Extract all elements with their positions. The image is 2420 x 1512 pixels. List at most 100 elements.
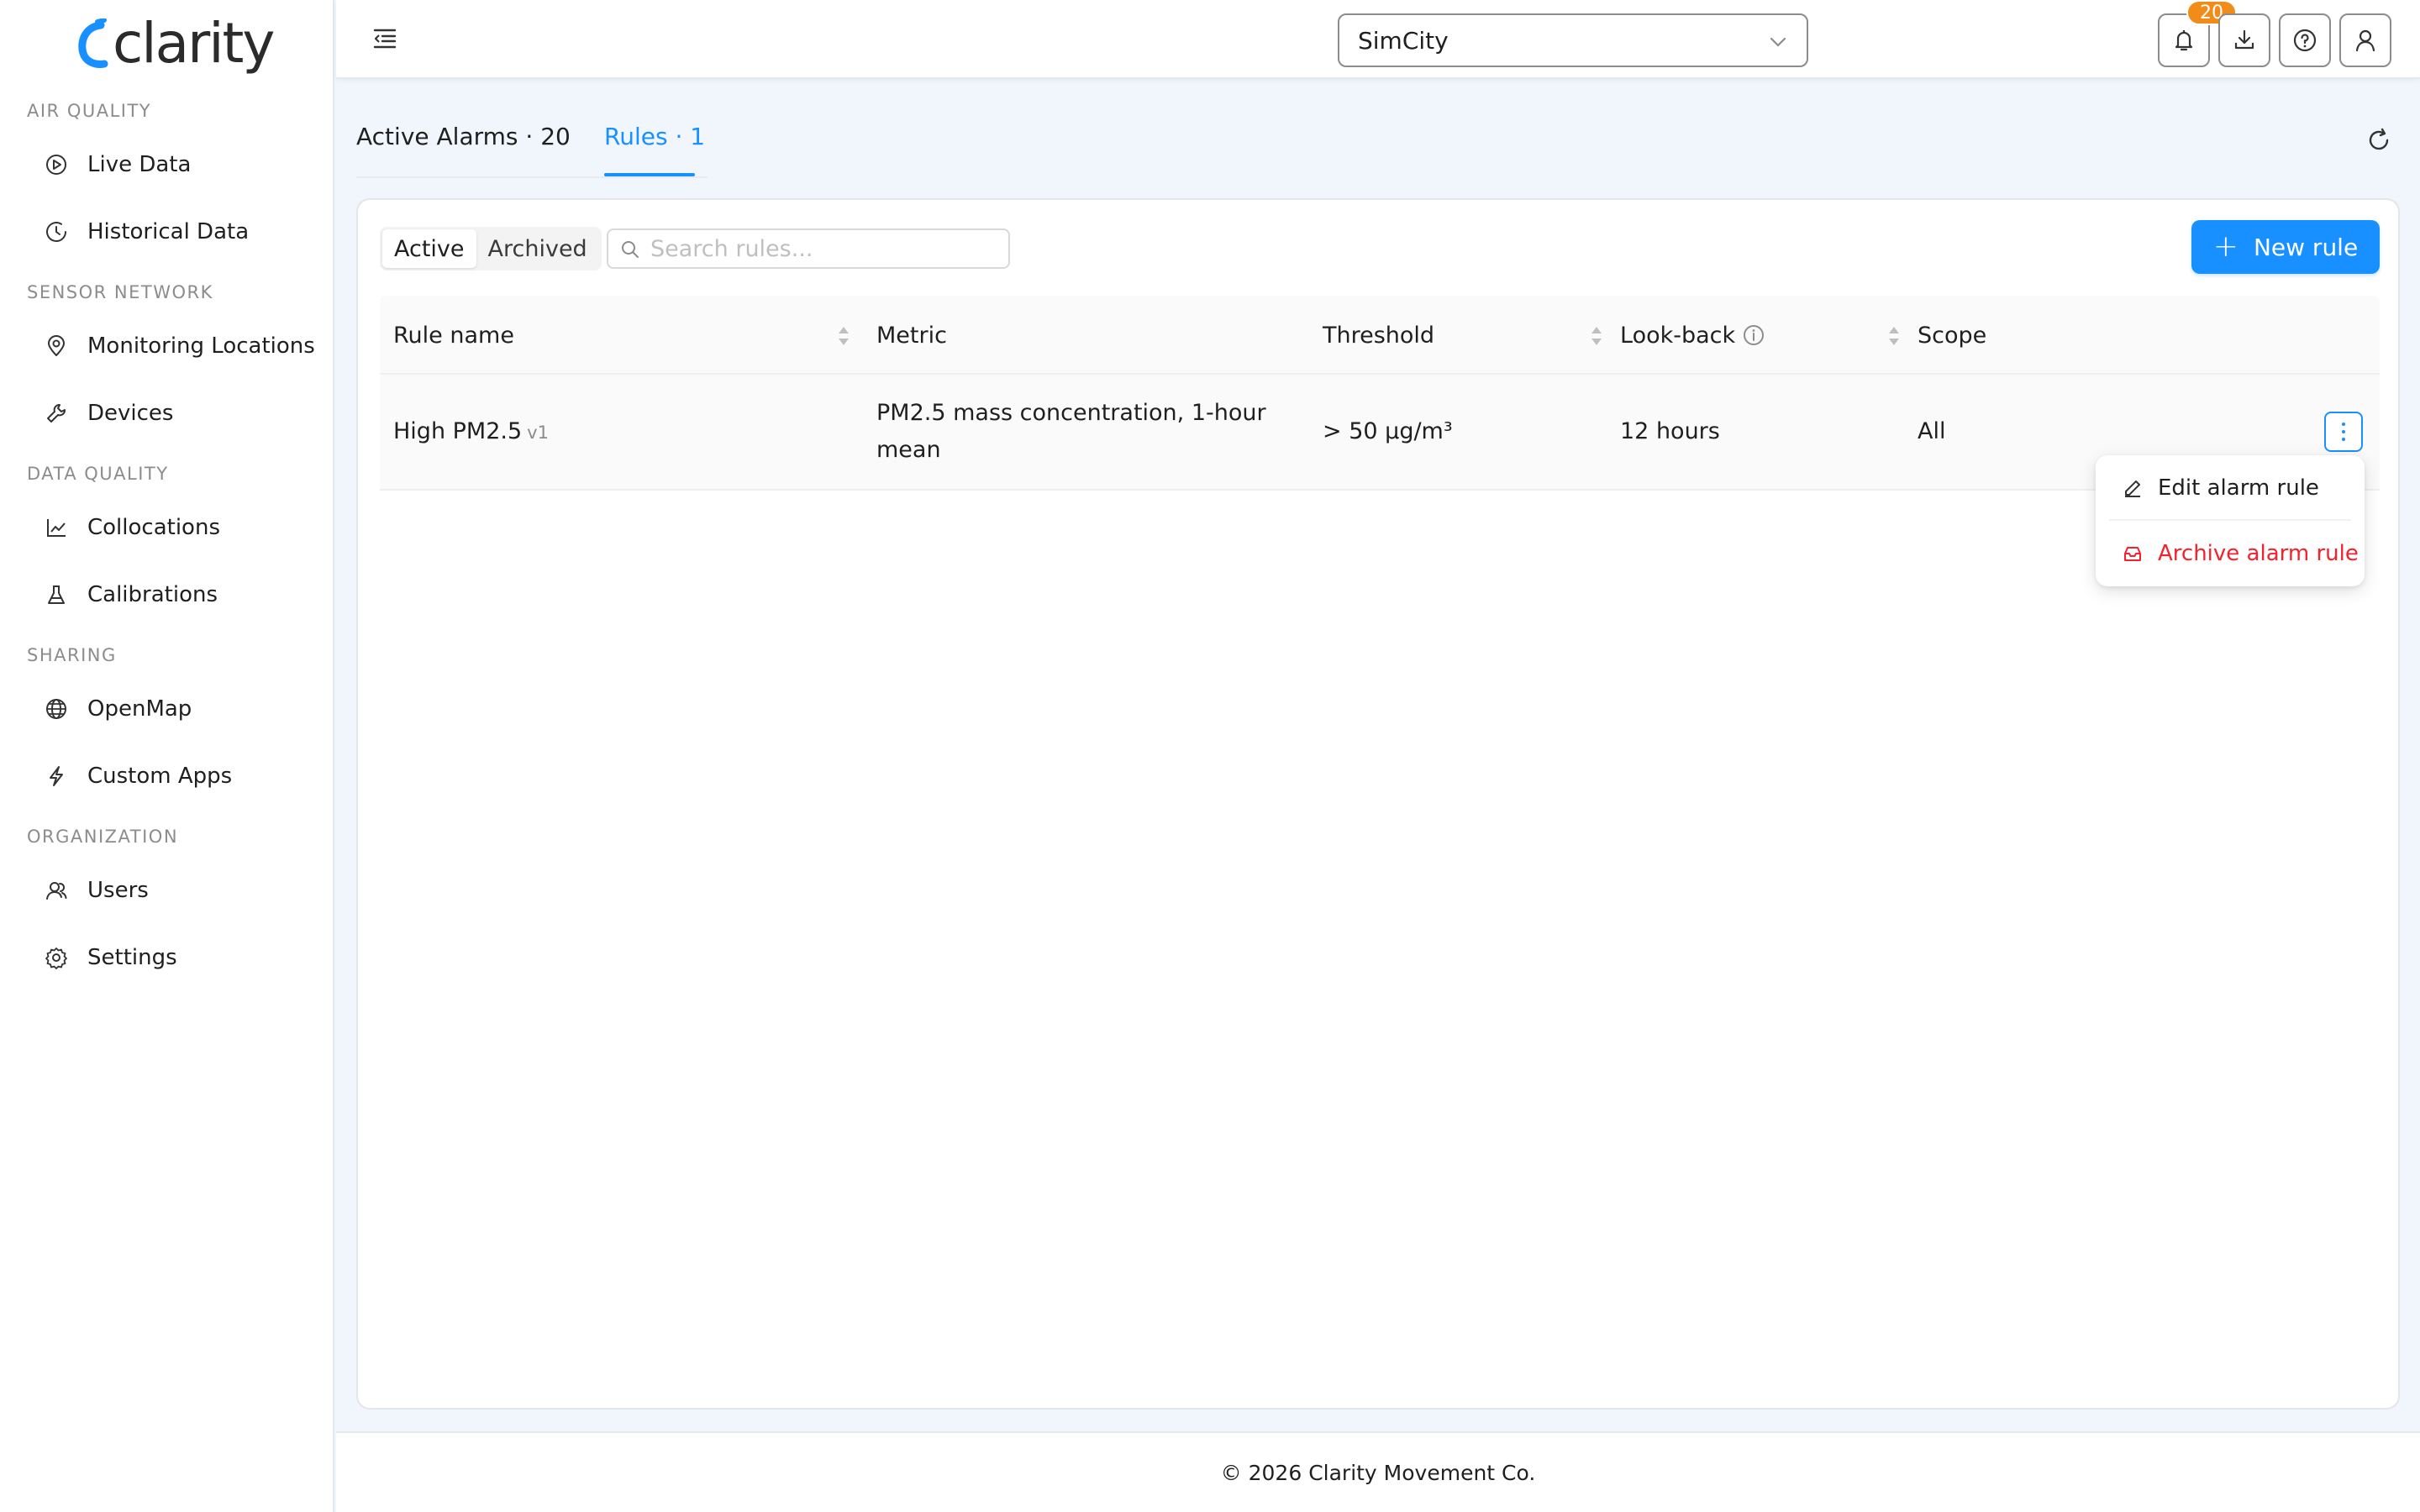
sidebar-item-label: OpenMap [87, 696, 192, 722]
row-actions-menu: Edit alarm rule Archive alarm rule [2096, 455, 2365, 586]
table-row[interactable]: High PM2.5 v1 PM2.5 mass concentration, 1… [380, 375, 2380, 491]
archive-box-icon [2124, 547, 2141, 561]
sidebar-item-historical-data[interactable]: Historical Data [44, 207, 249, 257]
column-header-lookback[interactable]: Look-back [1620, 296, 1765, 375]
column-header-metric: Metric [876, 322, 947, 349]
sidebar-item-label: Historical Data [87, 219, 250, 244]
sidebar-item-label: Monitoring Locations [87, 333, 315, 359]
clock-icon [44, 219, 69, 244]
new-rule-label: New rule [2253, 233, 2359, 261]
sidebar-item-settings[interactable]: Settings [44, 932, 177, 983]
sidebar-item-live-data[interactable]: Live Data [44, 139, 191, 190]
refresh-icon [2369, 128, 2389, 150]
copyright-text: © 2026 Clarity Movement Co. [1220, 1460, 1536, 1485]
sidebar-item-label: Settings [87, 945, 177, 970]
help-button[interactable] [2279, 13, 2331, 67]
sidebar-item-devices[interactable]: Devices [44, 388, 173, 438]
menu-divider [2109, 519, 2351, 521]
table-header: Rule name Metric Threshold Look-back Sco… [380, 296, 2380, 375]
nav-section-sensor-network: SENSOR NETWORK [27, 282, 213, 302]
column-header-scope: Scope [1918, 322, 1987, 349]
flask-icon [44, 582, 69, 607]
column-header-lookback-label: Look-back [1620, 322, 1736, 349]
cell-threshold: > 50 μg/m³ [1323, 418, 1453, 444]
plus-icon: + [2212, 229, 2238, 264]
refresh-button[interactable] [2365, 126, 2393, 155]
sidebar-item-collocations[interactable]: Collocations [44, 502, 220, 553]
organization-select[interactable]: SimCity [1338, 13, 1808, 67]
rules-card: Active Archived + New rule Rule name Met… [356, 198, 2400, 1410]
search-input[interactable] [650, 235, 1008, 262]
sort-icon[interactable] [1887, 324, 1901, 348]
column-header-threshold[interactable]: Threshold [1323, 296, 1434, 375]
wrench-icon [44, 401, 69, 426]
user-icon [2355, 29, 2375, 52]
clarity-logo-text: clarity [113, 11, 275, 76]
edit-pencil-icon [2125, 480, 2140, 497]
sidebar-item-label: Devices [87, 401, 174, 426]
sort-icon[interactable] [1590, 324, 1603, 348]
metric-text-line-1: PM2.5 mass concentration, 1-hour [876, 400, 1266, 426]
tab-active-indicator [604, 173, 695, 176]
clarity-logo-mark-icon [76, 18, 109, 69]
tab-active-alarms[interactable]: Active Alarms · 20 [356, 123, 571, 150]
menu-item-edit-alarm-rule[interactable]: Edit alarm rule [2096, 459, 2365, 517]
column-header-rule-name[interactable]: Rule name [393, 296, 514, 375]
sidebar-item-label: Calibrations [87, 582, 218, 607]
more-vertical-icon [2342, 423, 2345, 441]
segment-archived[interactable]: Archived [476, 229, 599, 268]
rule-name-text: High PM2.5 [393, 418, 523, 444]
sidebar-item-label: Users [87, 878, 149, 903]
sidebar-item-users[interactable]: Users [44, 865, 149, 916]
menu-item-archive-alarm-rule[interactable]: Archive alarm rule [2096, 524, 2365, 583]
lightning-icon [44, 764, 69, 789]
status-segmented-control: Active Archived [380, 227, 602, 270]
cell-lookback: 12 hours [1620, 418, 1720, 444]
sidebar-item-label: Custom Apps [87, 764, 233, 789]
cell-metric: PM2.5 mass concentration, 1-hour mean [876, 395, 1266, 469]
metric-text-line-2: mean [876, 437, 941, 463]
nav-section-data-quality: DATA QUALITY [27, 464, 169, 484]
segment-active[interactable]: Active [382, 229, 476, 268]
bell-icon [2175, 30, 2193, 51]
sidebar-item-calibrations[interactable]: Calibrations [44, 570, 218, 620]
tabs-baseline [356, 176, 708, 178]
row-actions-button[interactable] [2324, 412, 2363, 452]
sidebar-item-label: Collocations [87, 515, 220, 540]
organization-select-value: SimCity [1358, 26, 1449, 55]
user-profile-button[interactable] [2339, 13, 2391, 67]
play-circle-icon [44, 152, 69, 177]
rule-version-tag: v1 [527, 423, 549, 443]
users-icon [44, 878, 69, 903]
menu-fold-button[interactable] [370, 24, 400, 54]
nav-section-organization: ORGANIZATION [27, 827, 179, 847]
sidebar-item-openmap[interactable]: OpenMap [44, 684, 192, 734]
help-circle-icon [2293, 29, 2317, 52]
cell-scope: All [1918, 418, 1946, 444]
sidebar-item-label: Live Data [87, 152, 192, 177]
sidebar-item-monitoring-locations[interactable]: Monitoring Locations [44, 321, 315, 371]
cell-rule-name: High PM2.5 v1 [393, 413, 549, 451]
nav-section-sharing: SHARING [27, 645, 117, 665]
search-rules-field[interactable] [607, 228, 1010, 269]
sidebar-item-custom-apps[interactable]: Custom Apps [44, 751, 232, 801]
download-icon [2234, 29, 2254, 50]
download-button[interactable] [2218, 13, 2270, 67]
nav-section-air-quality: AIR QUALITY [27, 101, 152, 121]
menu-item-label: Archive alarm rule [2158, 541, 2359, 566]
tab-rules[interactable]: Rules · 1 [604, 123, 705, 150]
location-pin-icon [44, 333, 69, 359]
sort-icon[interactable] [837, 324, 850, 348]
new-rule-button[interactable]: + New rule [2191, 220, 2380, 274]
search-icon [622, 241, 639, 258]
globe-icon [44, 696, 69, 722]
page-footer: © 2026 Clarity Movement Co. [336, 1431, 2420, 1512]
clarity-logo[interactable]: clarity [76, 11, 275, 76]
chevron-down-icon [1770, 37, 1786, 47]
line-chart-icon [44, 515, 69, 540]
info-icon[interactable] [1742, 323, 1765, 347]
menu-item-label: Edit alarm rule [2158, 475, 2319, 501]
menu-fold-icon [373, 29, 397, 49]
gear-icon [44, 945, 69, 970]
sidebar: clarity AIR QUALITY Live Data Historical… [0, 0, 334, 1512]
